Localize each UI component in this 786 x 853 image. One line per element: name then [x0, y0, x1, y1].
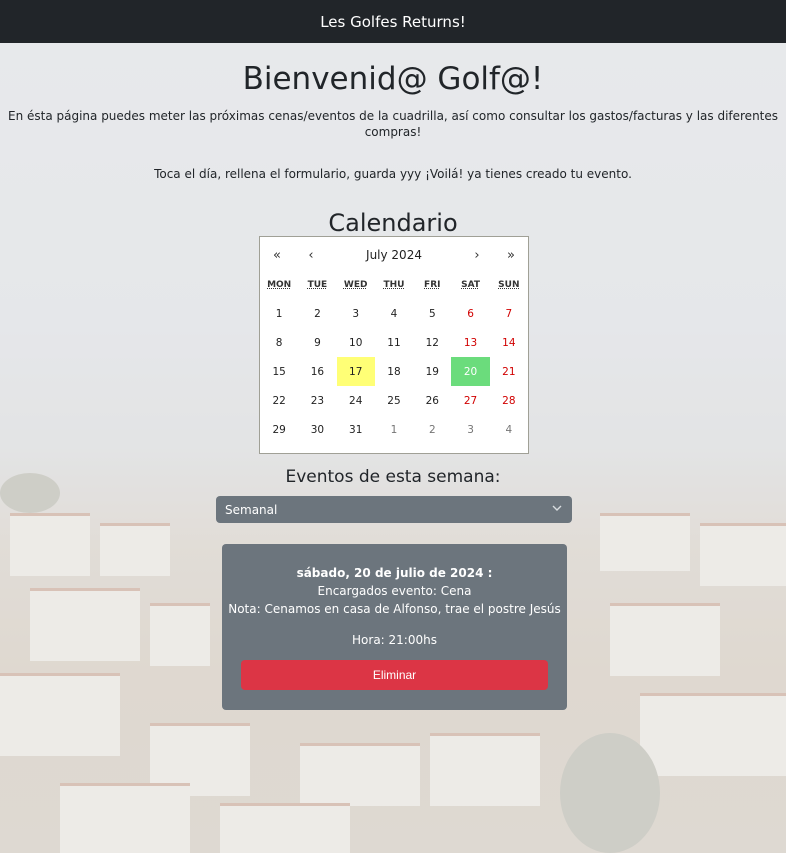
weekday-label: FRI [424, 280, 441, 290]
calendar-day[interactable]: 13 [451, 328, 489, 357]
calendar-day[interactable]: 9 [298, 328, 336, 357]
calendar-day[interactable]: 5 [413, 299, 451, 328]
calendar-navigation: « ‹ July 2024 › » [260, 237, 528, 273]
event-hora: Hora: 21:00hs [352, 633, 437, 647]
calendar-day[interactable]: 23 [298, 386, 336, 415]
weekday-label: THU [383, 280, 405, 290]
calendar-day[interactable]: 21 [490, 357, 528, 386]
weekday-label: SAT [461, 280, 480, 290]
calendar-day[interactable]: 19 [413, 357, 451, 386]
calendar-day[interactable]: 22 [260, 386, 298, 415]
calendar-day[interactable]: 8 [260, 328, 298, 357]
next-month-button[interactable]: › [460, 248, 494, 263]
event-card: sábado, 20 de julio de 2024 : Encargados… [222, 544, 567, 710]
weekday-header: MON TUE WED THU FRI SAT SUN [260, 280, 528, 294]
calendar-day[interactable]: 10 [337, 328, 375, 357]
event-nota: Nota: Cenamos en casa de Alfonso, trae e… [228, 602, 561, 616]
events-title: Eventos de esta semana: [285, 467, 501, 487]
delete-event-button[interactable]: Eliminar [241, 660, 548, 690]
calendar: « ‹ July 2024 › » MON TUE WED THU FRI SAT SUN … [259, 236, 529, 454]
prev-month-button[interactable]: ‹ [294, 248, 328, 263]
calendar-day[interactable]: 3 [451, 415, 489, 444]
event-encargados: Encargados evento: Cena [317, 584, 472, 598]
calendar-day[interactable]: 14 [490, 328, 528, 357]
weekday-label: TUE [307, 280, 328, 290]
calendar-day[interactable]: 3 [337, 299, 375, 328]
navbar-brand[interactable]: Les Golfes Returns! [320, 13, 466, 31]
calendar-day[interactable]: 27 [451, 386, 489, 415]
calendar-day[interactable]: 15 [260, 357, 298, 386]
calendar-day[interactable]: 28 [490, 386, 528, 415]
next-year-button[interactable]: » [494, 248, 528, 263]
navbar: Les Golfes Returns! [0, 0, 786, 43]
events-filter-value: Semanal [225, 502, 278, 517]
intro-text: En ésta página puedes meter las próximas… [7, 109, 779, 139]
event-date: sábado, 20 de julio de 2024 : [296, 566, 493, 580]
calendar-day[interactable]: 2 [413, 415, 451, 444]
calendar-day[interactable]: 1 [375, 415, 413, 444]
calendar-day[interactable]: 2 [298, 299, 336, 328]
weekday-label: MON [267, 280, 292, 290]
main-content: Bienvenid@ Golf@! En ésta página puedes … [0, 43, 786, 710]
calendar-day[interactable]: 31 [337, 415, 375, 444]
calendar-day[interactable]: 11 [375, 328, 413, 357]
prev-year-button[interactable]: « [260, 248, 294, 263]
calendar-day[interactable]: 25 [375, 386, 413, 415]
page-title: Bienvenid@ Golf@! [242, 61, 544, 97]
calendar-title: Calendario [328, 209, 458, 237]
chevron-down-icon [552, 505, 562, 511]
instructions-text: Toca el día, rellena el formulario, guar… [154, 167, 632, 181]
calendar-day[interactable]: 18 [375, 357, 413, 386]
weekday-label: WED [343, 280, 368, 290]
calendar-day[interactable]: 24 [337, 386, 375, 415]
calendar-day[interactable]: 16 [298, 357, 336, 386]
month-label-button[interactable]: July 2024 [328, 248, 460, 262]
calendar-day[interactable]: 4 [490, 415, 528, 444]
calendar-day[interactable]: 4 [375, 299, 413, 328]
calendar-day[interactable]: 12 [413, 328, 451, 357]
calendar-day[interactable]: 7 [490, 299, 528, 328]
calendar-day-today[interactable]: 17 [336, 357, 375, 386]
calendar-day[interactable]: 1 [260, 299, 298, 328]
calendar-day[interactable]: 30 [298, 415, 336, 444]
calendar-day[interactable]: 26 [413, 386, 451, 415]
events-filter-select[interactable]: Semanal [216, 496, 572, 523]
calendar-day[interactable]: 6 [451, 299, 489, 328]
weekday-label: SUN [498, 280, 520, 290]
calendar-days-grid: 1 2 3 4 5 6 7 8 9 10 11 12 13 14 15 16 17 18 19 20 21 22 23 24 2… [260, 299, 528, 444]
calendar-day[interactable]: 29 [260, 415, 298, 444]
calendar-day-with-event[interactable]: 20 [451, 357, 490, 386]
